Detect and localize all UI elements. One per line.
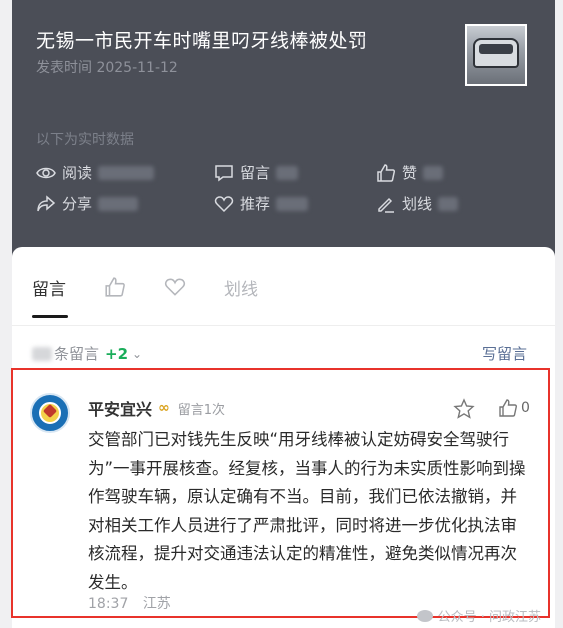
stat-share-label: 分享	[62, 195, 93, 213]
author-name[interactable]: 平安宜兴	[88, 396, 152, 420]
article-title[interactable]: 无锡一市民开车时嘴里叼牙线棒被处罚	[36, 26, 368, 53]
article-date: 发表时间 2025-11-12	[36, 60, 178, 76]
comment-author: 平安宜兴 ∞ 留言1次	[88, 396, 225, 420]
stat-recommend-value-redacted	[276, 196, 309, 211]
article-header: 无锡一市民开车时嘴里叼牙线棒被处罚 发表时间 2025-11-12 以下为实时数…	[12, 0, 555, 262]
stat-comment: 留言	[214, 162, 299, 183]
pen-underline-icon	[378, 197, 394, 213]
tab-highlight[interactable]: 划线	[224, 275, 258, 300]
comment-count-redacted	[32, 346, 52, 361]
avatar[interactable]	[30, 393, 70, 433]
stat-recommend: 推荐	[214, 193, 309, 214]
wechat-icon	[416, 609, 433, 622]
write-comment-button[interactable]: 写留言	[482, 343, 527, 364]
comment-time: 18:37	[88, 596, 129, 612]
realtime-data-label: 以下为实时数据	[36, 132, 134, 148]
stat-highlight-value-redacted	[438, 196, 459, 211]
stat-read: 阅读	[36, 162, 155, 183]
comment-tab-bar: 留言 划线	[32, 275, 296, 300]
watermark-text: 公众号 · 问政江苏	[437, 610, 541, 625]
author-badge-label: 留言1次	[177, 402, 225, 418]
stat-like: 赞	[376, 162, 444, 183]
stat-share-value-redacted	[98, 196, 139, 211]
stat-share: 分享	[36, 193, 139, 214]
tab-likes[interactable]	[104, 275, 126, 299]
stat-comment-value-redacted	[276, 165, 299, 180]
watermark: 公众号 · 问政江苏	[416, 606, 541, 625]
author-badge-icon: ∞	[158, 400, 170, 416]
stat-comment-label: 留言	[240, 164, 271, 182]
stat-highlight: 划线	[376, 193, 459, 214]
thumbs-up-icon	[105, 277, 125, 297]
comment-location: 江苏	[142, 596, 171, 612]
comment-count-row[interactable]: 条留言 +2 ⌄	[32, 343, 142, 364]
stat-read-value-redacted	[98, 165, 155, 180]
comment-like-button[interactable]: 0	[498, 398, 530, 418]
stat-read-label: 阅读	[62, 164, 93, 182]
comment-meta: 18:37 江苏	[88, 593, 171, 613]
share-arrow-icon	[37, 194, 56, 211]
heart-icon	[214, 195, 234, 212]
eye-icon	[36, 167, 56, 178]
stat-like-label: 赞	[402, 164, 418, 182]
comment-body: 交管部门已对钱先生反映“用牙线棒被认定妨碍安全驾驶行为”一事开展核查。经复核，当…	[88, 430, 526, 592]
stat-recommend-label: 推荐	[240, 195, 271, 213]
thumbs-up-icon	[377, 163, 396, 182]
tab-divider	[12, 325, 555, 326]
comment-bubble-icon	[215, 164, 233, 181]
tab-recommend[interactable]	[164, 275, 186, 299]
star-icon[interactable]	[453, 398, 475, 420]
tab-comments[interactable]: 留言	[32, 275, 66, 300]
heart-icon	[164, 278, 186, 296]
comment-like-count: 0	[521, 400, 530, 416]
active-tab-indicator	[32, 315, 68, 318]
chevron-down-icon: ⌄	[132, 346, 143, 361]
comment-count-suffix: 条留言	[54, 345, 100, 363]
stat-like-value-redacted	[423, 165, 444, 180]
stat-highlight-label: 划线	[402, 195, 433, 213]
article-thumbnail[interactable]	[465, 24, 527, 86]
thumbs-up-icon	[499, 399, 517, 417]
new-comment-count: +2	[105, 344, 129, 363]
